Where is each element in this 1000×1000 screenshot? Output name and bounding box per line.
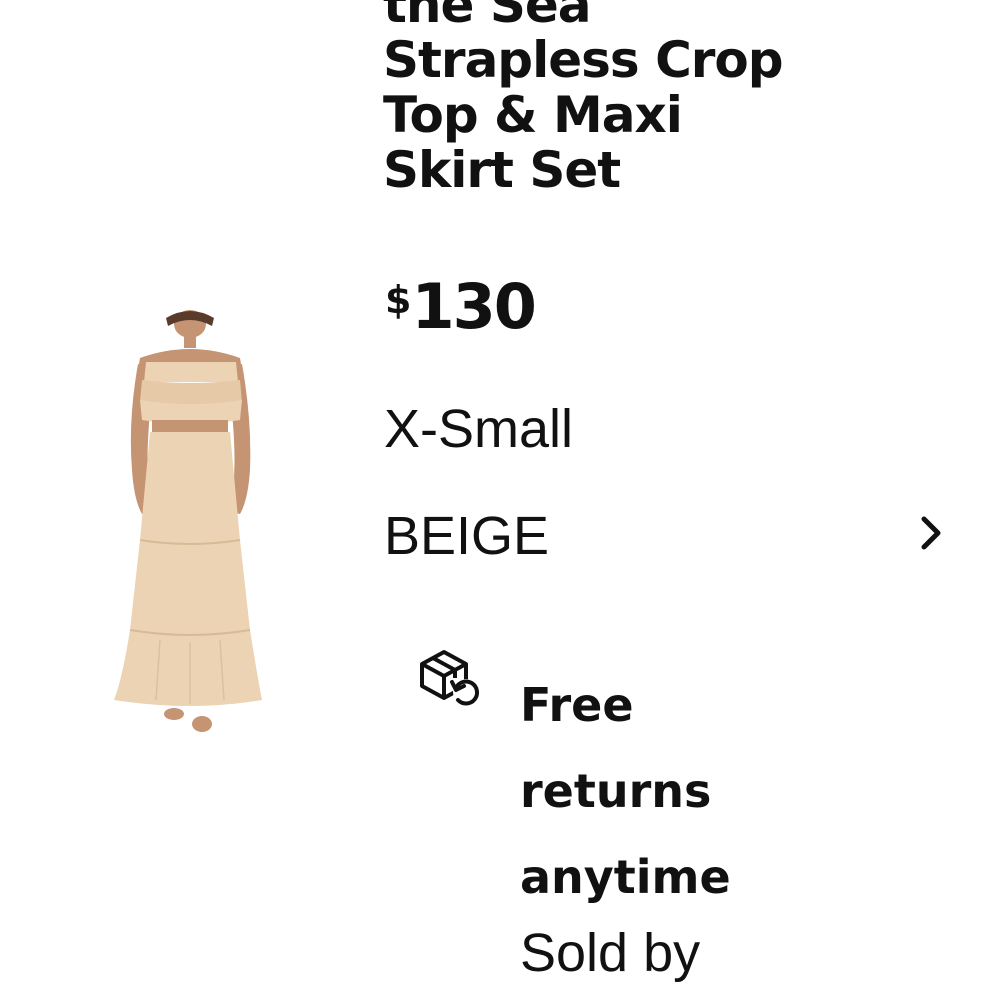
product-photo-figure — [114, 310, 262, 732]
sold-by-label: Sold by — [520, 923, 701, 983]
selected-size: X-Small — [384, 399, 574, 459]
returns-line: Free — [520, 678, 634, 732]
product-title-line: Top & Maxi — [383, 86, 683, 144]
box-return-icon — [420, 650, 480, 706]
product-title-line: the Sea — [383, 0, 591, 34]
free-returns-text: Free returns anytime — [520, 662, 820, 920]
chevron-right-icon[interactable] — [912, 513, 952, 553]
returns-line: returns — [520, 764, 712, 818]
color-selector[interactable]: BEIGE — [384, 505, 964, 573]
product-price: $130 — [385, 270, 537, 343]
product-title-line: Strapless Crop — [383, 31, 784, 89]
product-title: the Sea Strapless Crop Top & Maxi Skirt … — [383, 0, 903, 198]
returns-line: anytime — [520, 850, 731, 904]
selected-color: BEIGE — [384, 506, 550, 566]
price-currency: $ — [385, 278, 412, 322]
product-title-line: Skirt Set — [383, 141, 621, 199]
product-image[interactable] — [100, 300, 280, 740]
price-amount: 130 — [411, 270, 536, 343]
